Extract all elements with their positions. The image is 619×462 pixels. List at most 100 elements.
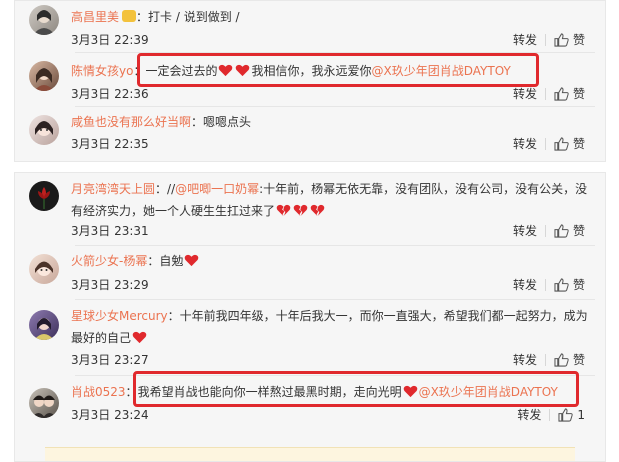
- comment-text-line: 高昌里美 ：打卡 / 说到做到 /: [71, 6, 593, 28]
- like-button[interactable]: 赞: [546, 135, 593, 152]
- colon: ：: [147, 254, 160, 268]
- username-link[interactable]: 月亮湾湾天上圆: [71, 182, 155, 196]
- repost-button[interactable]: 转发: [505, 276, 545, 293]
- mention-link[interactable]: @吧唧一口奶幂: [175, 182, 259, 196]
- like-label: 赞: [572, 278, 585, 292]
- avatar-portrait-icon: [35, 121, 53, 136]
- thumbs-up-icon: [554, 32, 569, 47]
- repost-button[interactable]: 转发: [505, 31, 545, 48]
- comment-time: 3月3日 22:35: [71, 137, 149, 151]
- avatar[interactable]: [29, 115, 59, 145]
- colon: ：: [191, 115, 204, 129]
- repost-button[interactable]: 转发: [505, 222, 545, 239]
- repost-label: 转发: [512, 87, 537, 101]
- like-label: 赞: [572, 33, 585, 47]
- comment-actions: 转发 赞: [505, 135, 593, 152]
- highlight-box: [137, 53, 539, 87]
- comment-time: 3月3日 22:39: [71, 33, 149, 47]
- repost-label: 转发: [512, 224, 537, 238]
- thumbs-up-icon: [554, 223, 569, 238]
- thumbs-up-icon: [558, 407, 574, 422]
- like-button[interactable]: 1: [550, 408, 593, 422]
- comment-time: 3月3日 23:31: [71, 224, 149, 238]
- comment-item: 高昌里美 ：打卡 / 说到做到 / 3月3日 22:39 转发 赞: [15, 1, 605, 51]
- broken-heart-icon: [276, 204, 291, 217]
- comment-text: 自勉: [159, 254, 184, 268]
- comment-actions: 转发 赞: [505, 351, 593, 368]
- comment-actions: 转发 1: [509, 406, 593, 423]
- comment-actions: 转发 赞: [505, 31, 593, 48]
- comment-time: 3月3日 23:24: [71, 408, 149, 422]
- comment-actions: 转发 赞: [505, 222, 593, 239]
- comment-text-line: 月亮湾湾天上圆：//@吧唧一口奶幂:十年前，杨幂无依无靠，没有团队，没有公司，没…: [71, 178, 593, 222]
- comment-time: 3月3日 23:29: [71, 278, 149, 292]
- repost-label: 转发: [517, 408, 542, 422]
- like-count: 1: [577, 407, 585, 422]
- repost-button[interactable]: 转发: [505, 351, 545, 368]
- comment-text-line: 火箭少女-杨幂：自勉: [71, 250, 593, 272]
- colon: ：: [136, 10, 149, 24]
- repost-button[interactable]: 转发: [505, 135, 545, 152]
- thumbs-up-icon: [554, 86, 569, 101]
- like-button[interactable]: 赞: [546, 351, 593, 368]
- username-link[interactable]: 咸鱼也没有那么好当啊: [71, 115, 191, 129]
- notice-bar: [45, 447, 575, 461]
- comment-text-line: 星球少女Mercury：十年前我四年级，十年后我大一，而你一直强大，希望我们都一…: [71, 305, 593, 349]
- repost-button[interactable]: 转发: [509, 406, 549, 423]
- avatar-portrait-icon: [33, 10, 55, 35]
- comment-text: 打卡 / 说到做到 /: [148, 10, 240, 24]
- broken-heart-icon: [293, 204, 308, 217]
- comment-item: 火箭少女-杨幂：自勉 3月3日 23:29 转发 赞: [15, 246, 605, 298]
- colon: ：: [167, 309, 180, 323]
- comment-item: 月亮湾湾天上圆：//@吧唧一口奶幂:十年前，杨幂无依无靠，没有团队，没有公司，没…: [15, 173, 605, 245]
- comment-panel-top: 高昌里美 ：打卡 / 说到做到 / 3月3日 22:39 转发 赞 陈情女孩yo：…: [14, 0, 606, 162]
- comment-actions: 转发 赞: [505, 276, 593, 293]
- comment-item: 星球少女Mercury：十年前我四年级，十年后我大一，而你一直强大，希望我们都一…: [15, 300, 605, 374]
- avatar[interactable]: [29, 254, 59, 284]
- repost-label: 转发: [512, 33, 537, 47]
- repost-button[interactable]: 转发: [505, 85, 545, 102]
- highlight-box: [133, 371, 579, 407]
- avatar-portrait-icon: [34, 68, 54, 91]
- username-link[interactable]: 高昌里美: [71, 10, 119, 24]
- like-label: 赞: [572, 353, 585, 367]
- comment-text: 嗯嗯点头: [203, 115, 252, 129]
- avatar-portrait-icon: [35, 261, 53, 276]
- like-button[interactable]: 赞: [546, 276, 593, 293]
- avatar-portrait-icon: [34, 318, 54, 340]
- username-link[interactable]: 肖战0523: [71, 385, 126, 399]
- avatar[interactable]: [29, 181, 59, 211]
- thumbs-up-icon: [554, 136, 569, 151]
- broken-heart-icon: [310, 204, 325, 217]
- like-button[interactable]: 赞: [546, 222, 593, 239]
- comment-panel-bottom: 月亮湾湾天上圆：//@吧唧一口奶幂:十年前，杨幂无依无靠，没有团队，没有公司，没…: [14, 172, 606, 462]
- like-label: 赞: [572, 87, 585, 101]
- colon: ：: [155, 182, 168, 196]
- avatar[interactable]: [29, 388, 59, 418]
- avatar[interactable]: [29, 5, 59, 35]
- repost-label: 转发: [512, 137, 537, 151]
- repost-label: 转发: [512, 278, 537, 292]
- flower-avatar-icon: [38, 187, 50, 209]
- member-badge-icon: [122, 10, 137, 22]
- red-heart-icon: [185, 254, 199, 267]
- avatar[interactable]: [29, 61, 59, 91]
- red-heart-icon: [132, 331, 147, 344]
- comment-item: 咸鱼也没有那么好当啊：嗯嗯点头 3月3日 22:35 转发 赞: [15, 107, 605, 161]
- comment-time: 3月3日 23:27: [71, 353, 149, 367]
- comment-text-line: 咸鱼也没有那么好当啊：嗯嗯点头: [71, 111, 593, 133]
- avatar[interactable]: [29, 310, 59, 340]
- avatar-portrait-icon: [31, 395, 57, 418]
- thumbs-up-icon: [554, 277, 569, 292]
- username-link[interactable]: 火箭少女-杨幂: [71, 254, 147, 268]
- like-label: 赞: [572, 224, 585, 238]
- like-button[interactable]: 赞: [546, 85, 593, 102]
- username-link[interactable]: 陈情女孩yo: [71, 64, 133, 78]
- repost-prefix: //: [167, 182, 176, 196]
- thumbs-up-icon: [554, 352, 569, 367]
- repost-label: 转发: [512, 353, 537, 367]
- username-link[interactable]: 星球少女Mercury: [71, 309, 168, 323]
- comment-actions: 转发 赞: [505, 85, 593, 102]
- like-button[interactable]: 赞: [546, 31, 593, 48]
- like-label: 赞: [572, 137, 585, 151]
